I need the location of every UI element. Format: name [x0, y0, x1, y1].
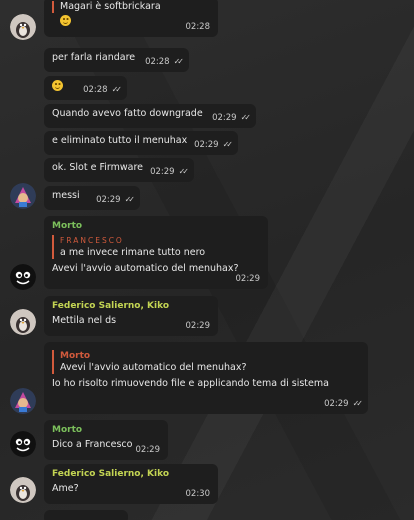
cartoon-face-avatar-icon[interactable]: [10, 264, 36, 290]
message-meta: 02:29 ✓✓: [324, 398, 364, 410]
quote-text: a me invece rimane tutto nero: [60, 247, 206, 258]
reply-quote[interactable]: Morto Avevi l'avvio automatico del menuh…: [52, 350, 360, 374]
message-meta: 02:29 ✓✓: [194, 139, 234, 151]
read-double-check-icon: ✓✓: [124, 195, 136, 204]
message-meta: 02:28 ✓✓: [83, 84, 123, 96]
message-bubble[interactable]: Federico Salierno, Kiko Ame? 02:30: [44, 464, 218, 504]
message-time: 02:29: [212, 113, 237, 123]
message-time: 02:29: [135, 445, 161, 455]
message-meta: 02:28: [186, 21, 211, 33]
message-bubble[interactable]: [44, 510, 128, 520]
message-bubble[interactable]: Morto FRANCESCO a me invece rimane tutto…: [44, 216, 268, 289]
sender-name[interactable]: Federico Salierno, Kiko: [52, 468, 210, 480]
sender-name[interactable]: Federico Salierno, Kiko: [52, 300, 210, 312]
read-double-check-icon: ✓✓: [352, 399, 364, 408]
smile-emoji-icon: [52, 80, 63, 91]
penguin-avatar-icon[interactable]: [10, 14, 36, 40]
chat-history: Magari è softbrickara 02:28 per farla ri…: [0, 0, 414, 520]
sender-name[interactable]: Morto: [52, 220, 260, 232]
message-bubble[interactable]: Quando avevo fatto downgrade 02:29 ✓✓: [44, 104, 256, 128]
message-time: 02:29: [185, 321, 211, 331]
reply-quote: Magari è softbrickara: [52, 1, 210, 13]
message-text: messi: [52, 190, 80, 201]
message-time: 02:29: [235, 274, 261, 284]
message-meta: 02:29 ✓✓: [96, 194, 136, 206]
message-time: 02:28: [185, 22, 211, 32]
reply-quote[interactable]: FRANCESCO a me invece rimane tutto nero: [52, 235, 260, 259]
quote-author: FRANCESCO: [60, 236, 124, 245]
message-time: 02:29: [150, 167, 175, 177]
message-meta: 02:29: [236, 273, 261, 285]
message-text: Mettila nel ds: [52, 315, 117, 326]
read-double-check-icon: ✓✓: [173, 57, 185, 66]
message-time: 02:30: [185, 489, 211, 499]
smile-emoji-icon: [60, 15, 71, 26]
message-bubble[interactable]: Magari è softbrickara 02:28: [44, 0, 218, 37]
message-meta: 02:30: [186, 488, 211, 500]
message-bubble[interactable]: messi 02:29 ✓✓: [44, 186, 140, 210]
character-avatar-icon[interactable]: [10, 183, 36, 209]
penguin-avatar-icon[interactable]: [10, 477, 36, 503]
message-time: 02:29: [324, 399, 349, 409]
message-meta: 02:28 ✓✓: [145, 56, 185, 68]
read-double-check-icon: ✓✓: [222, 140, 234, 149]
message-text: Avevi l'avvio automatico del menuhax?: [52, 263, 239, 274]
penguin-avatar-icon[interactable]: [10, 309, 36, 335]
message-text: Io ho risolto rimuovendo file e applican…: [52, 378, 329, 389]
cartoon-face-avatar-icon[interactable]: [10, 431, 36, 457]
message-bubble[interactable]: ok. Slot e Firmware 02:29 ✓✓: [44, 158, 194, 182]
message-text: ok. Slot e Firmware: [52, 162, 143, 173]
character-avatar-icon[interactable]: [10, 388, 36, 414]
message-bubble[interactable]: per farla riandare 02:28 ✓✓: [44, 48, 189, 72]
message-time: 02:29: [96, 195, 121, 205]
message-bubble[interactable]: Morto Dico a Francesco 02:29: [44, 420, 168, 460]
read-double-check-icon: ✓✓: [240, 113, 252, 122]
message-meta: 02:29: [186, 320, 211, 332]
message-time: 02:29: [194, 140, 219, 150]
message-bubble[interactable]: Federico Salierno, Kiko Mettila nel ds 0…: [44, 296, 218, 336]
message-bubble[interactable]: Morto Avevi l'avvio automatico del menuh…: [44, 342, 368, 414]
message-text: e eliminato tutto il menuhax: [52, 135, 188, 146]
quote-text: Magari è softbrickara: [60, 1, 161, 12]
message-meta: 02:29: [136, 444, 161, 456]
quote-text: Avevi l'avvio automatico del menuhax?: [60, 362, 247, 373]
message-text: Ame?: [52, 483, 79, 494]
message-meta: 02:29 ✓✓: [150, 166, 190, 178]
message-text: per farla riandare: [52, 52, 136, 63]
quote-author: Morto: [60, 351, 91, 361]
message-time: 02:28: [83, 85, 108, 95]
message-bubble[interactable]: 02:28 ✓✓: [44, 76, 127, 100]
message-text: Quando avevo fatto downgrade: [52, 108, 203, 119]
read-double-check-icon: ✓✓: [178, 167, 190, 176]
read-double-check-icon: ✓✓: [111, 85, 123, 94]
message-bubble[interactable]: e eliminato tutto il menuhax 02:29 ✓✓: [44, 131, 238, 155]
message-text: Dico a Francesco: [52, 439, 133, 450]
message-time: 02:28: [145, 57, 170, 67]
sender-name[interactable]: Morto: [52, 424, 160, 436]
message-meta: 02:29 ✓✓: [212, 112, 252, 124]
